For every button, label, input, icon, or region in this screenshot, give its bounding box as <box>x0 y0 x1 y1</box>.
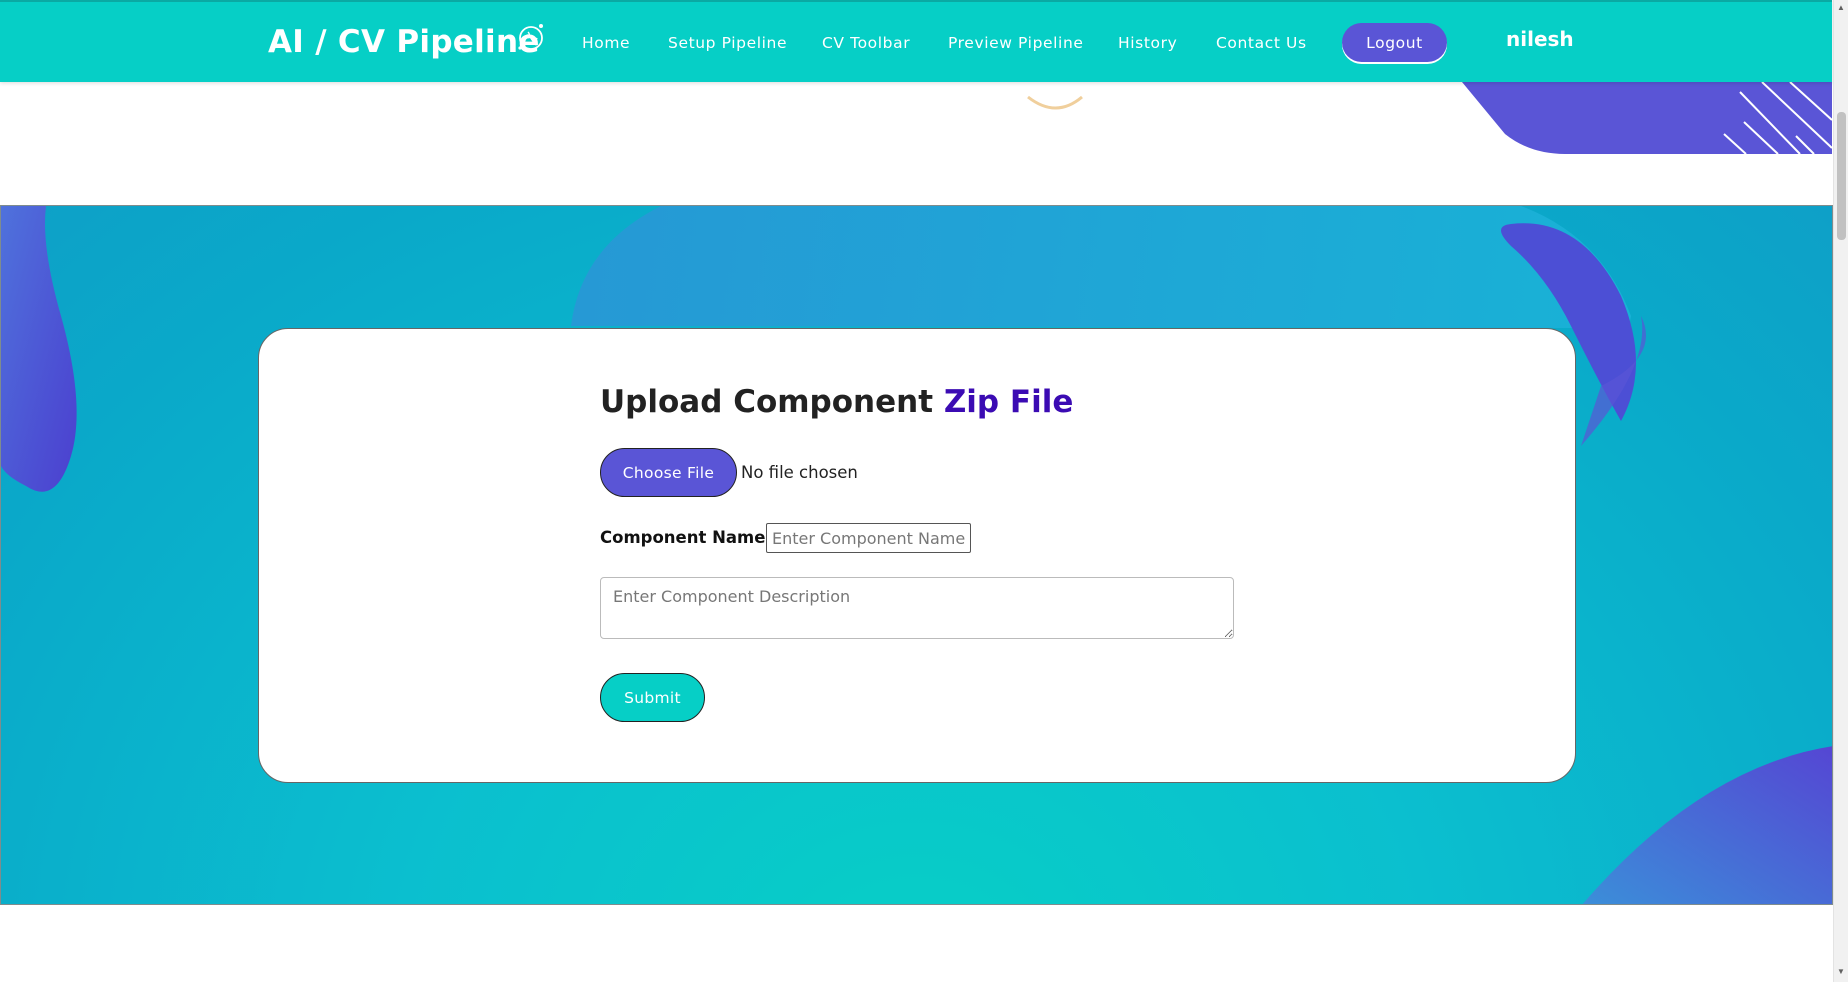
bottom-right-blob-decoration <box>1582 746 1832 904</box>
purple-blob-decoration <box>1462 82 1832 154</box>
submit-button[interactable]: Submit <box>600 673 705 722</box>
scroll-up-arrow-icon[interactable]: ▲ <box>1837 4 1845 12</box>
nav-link-history[interactable]: History <box>1118 34 1177 52</box>
previous-section-decoration <box>0 82 1832 204</box>
nav-link-setup-pipeline[interactable]: Setup Pipeline <box>668 34 787 52</box>
nav-link-contact-us[interactable]: Contact Us <box>1216 34 1307 52</box>
scroll-down-arrow-icon[interactable]: ▼ <box>1837 968 1845 976</box>
component-name-label: Component Name: <box>600 528 773 547</box>
logout-button[interactable]: Logout <box>1342 23 1447 62</box>
nav-link-home[interactable]: Home <box>582 34 630 52</box>
brand-title[interactable]: AI / CV Pipeline <box>268 24 540 60</box>
form-title-accent: Zip File <box>943 384 1074 420</box>
component-description-textarea[interactable] <box>600 577 1234 639</box>
left-blob-decoration <box>1 206 77 492</box>
file-status-text: No file chosen <box>741 463 858 482</box>
choose-file-button[interactable]: Choose File <box>600 448 737 497</box>
form-title-main: Upload Component <box>600 384 944 420</box>
username-label[interactable]: nilesh <box>1506 27 1574 51</box>
page-scrollbar[interactable]: ▲ ▼ <box>1833 0 1848 982</box>
scrollbar-thumb[interactable] <box>1837 112 1846 240</box>
component-name-input[interactable] <box>766 523 971 553</box>
nav-link-cv-toolbar[interactable]: CV Toolbar <box>822 34 910 52</box>
top-navbar: AI / CV Pipeline Home Setup Pipeline CV … <box>0 0 1832 82</box>
nav-link-preview-pipeline[interactable]: Preview Pipeline <box>948 34 1084 52</box>
sparkle-brain-icon <box>518 24 543 50</box>
form-title: Upload Component Zip File <box>600 384 1073 420</box>
loading-arc-decoration <box>1027 95 1083 110</box>
